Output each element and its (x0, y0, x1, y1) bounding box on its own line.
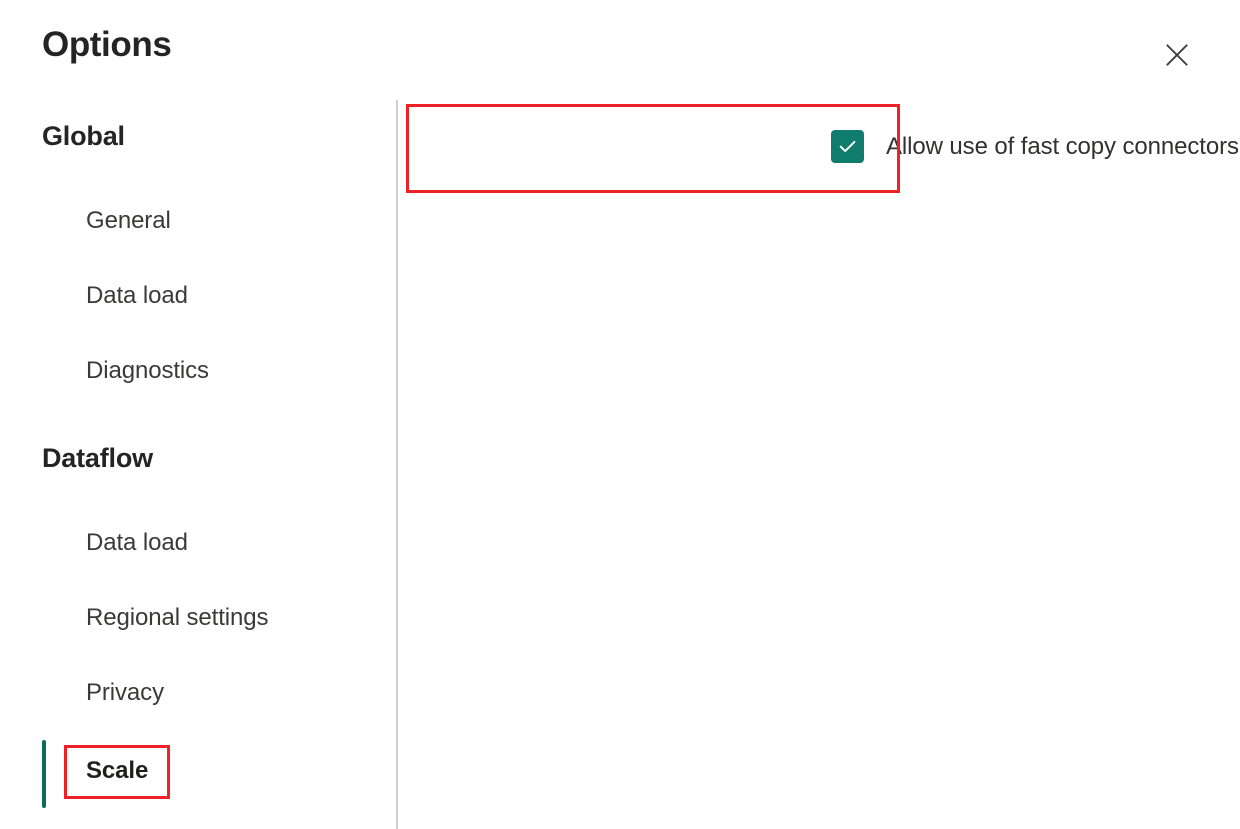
sidebar-item-scale[interactable]: Scale (86, 757, 148, 785)
fast-copy-connectors-label: Allow use of fast copy connectors (886, 133, 1239, 161)
checkmark-icon (837, 136, 858, 157)
options-content-pane: Allow use of fast copy connectors (398, 0, 1240, 829)
sidebar-group-title-global: Global (42, 121, 125, 152)
sidebar-item-diagnostics[interactable]: Diagnostics (86, 357, 209, 385)
fast-copy-connectors-checkbox[interactable] (831, 130, 864, 163)
sidebar-item-global-data-load[interactable]: Data load (86, 282, 188, 310)
sidebar-item-regional-settings[interactable]: Regional settings (86, 604, 268, 632)
sidebar-item-privacy[interactable]: Privacy (86, 679, 164, 707)
sidebar-group-title-dataflow: Dataflow (42, 443, 153, 474)
options-sidebar: Global General Data load Diagnostics Dat… (0, 0, 396, 829)
sidebar-item-dataflow-data-load[interactable]: Data load (86, 529, 188, 557)
sidebar-item-general[interactable]: General (86, 207, 171, 235)
options-dialog: Options Global General Data load Diagnos… (0, 0, 1240, 829)
fast-copy-connectors-checkbox-row[interactable]: Allow use of fast copy connectors (831, 130, 1239, 163)
sidebar-selection-indicator (42, 740, 46, 808)
